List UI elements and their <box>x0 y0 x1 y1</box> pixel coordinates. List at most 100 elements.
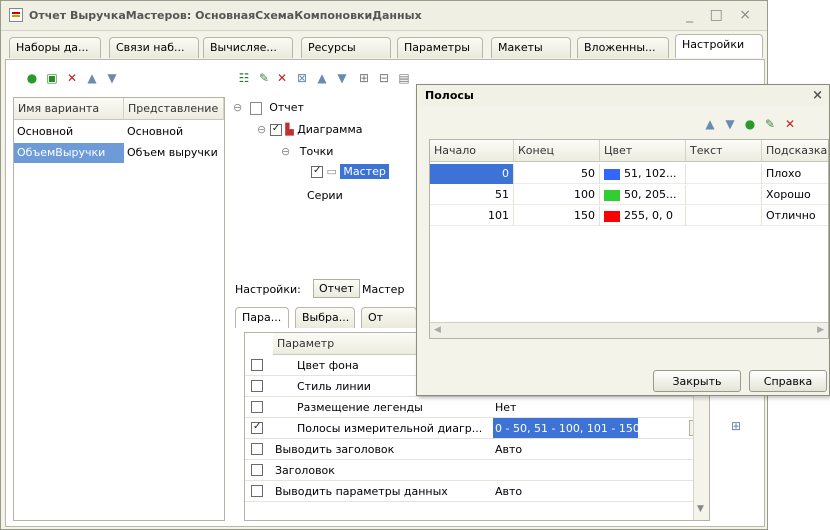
color-swatch <box>604 210 620 222</box>
move-up-icon-2[interactable]: ▲ <box>315 71 329 85</box>
scroll-right-icon[interactable]: ▶ <box>817 325 824 335</box>
master-checkbox[interactable] <box>311 165 323 178</box>
chart-checkbox[interactable] <box>269 123 282 136</box>
extra-settings-icon[interactable]: ⊞ <box>729 419 743 433</box>
table-row[interactable]: Заголовок <box>245 460 709 481</box>
band-hint[interactable]: Отлично <box>762 206 828 226</box>
collapse-icon[interactable]: ⊖ <box>257 123 266 136</box>
help-button[interactable]: Справка <box>749 370 827 392</box>
tab-dataset-links[interactable]: Связи наб... <box>109 37 199 58</box>
color-swatch <box>604 168 620 180</box>
band-color[interactable]: 50, 205... <box>600 185 686 205</box>
scroll-down-icon[interactable]: ▼ <box>697 504 704 514</box>
param-value[interactable]: 0 - 50, 51 - 100, 101 - 150 <box>493 418 638 438</box>
copy-icon[interactable]: ▣ <box>45 71 59 85</box>
horizontal-scrollbar[interactable]: ◀ ▶ <box>430 322 828 338</box>
tab-resources[interactable]: Ресурсы <box>301 37 391 58</box>
band-start[interactable]: 51 <box>430 185 514 205</box>
band-start[interactable]: 0 <box>430 164 514 184</box>
table-row[interactable]: Выводить заголовок Авто <box>245 439 709 460</box>
param-value[interactable]: Авто <box>493 481 693 501</box>
band-end[interactable]: 100 <box>514 185 600 205</box>
tab-nested[interactable]: Вложенны... <box>577 37 669 58</box>
band-color-value: 50, 205... <box>624 188 677 201</box>
structure-tree: ⊖ Отчет ⊖ ▙ Диаграмма ⊖ Точки ▭ Мастер С… <box>229 97 425 267</box>
subtab-params[interactable]: Пара... <box>235 307 289 328</box>
table-row[interactable]: Основной Основной <box>14 122 224 142</box>
param-checkbox[interactable] <box>251 380 263 392</box>
band-end[interactable]: 50 <box>514 164 600 184</box>
param-checkbox[interactable] <box>251 401 263 413</box>
chart-icon[interactable]: ▤ <box>397 71 411 85</box>
band-color[interactable]: 51, 102... <box>600 164 686 184</box>
band-end[interactable]: 150 <box>514 206 600 226</box>
param-checkbox[interactable] <box>251 443 263 455</box>
col-text[interactable]: Текст <box>686 140 762 162</box>
add-group-icon[interactable]: ☷ <box>237 71 251 85</box>
variants-header-repr[interactable]: Представление <box>124 98 224 120</box>
table-row[interactable]: 51 100 50, 205... Хорошо <box>430 185 828 205</box>
move-down-icon[interactable]: ▼ <box>723 117 737 131</box>
scroll-left-icon[interactable]: ◀ <box>434 325 441 335</box>
edit-icon[interactable]: ✎ <box>257 71 271 85</box>
edit-icon[interactable]: ✎ <box>763 117 777 131</box>
move-down-icon-2[interactable]: ▼ <box>335 71 349 85</box>
col-start[interactable]: Начало <box>430 140 514 162</box>
tree-label-chart: Диаграмма <box>297 123 363 136</box>
tree-node-report[interactable]: ⊖ Отчет <box>233 101 304 115</box>
move-up-icon[interactable]: ▲ <box>703 117 717 131</box>
param-value[interactable]: Авто <box>493 439 693 459</box>
move-up-icon[interactable]: ▲ <box>85 71 99 85</box>
filter-icon[interactable]: ⊠ <box>295 71 309 85</box>
table-row[interactable]: Выводить параметры данных Авто <box>245 481 709 502</box>
tab-settings[interactable]: Настройки <box>675 34 763 58</box>
move-down-icon[interactable]: ▼ <box>105 71 119 85</box>
settings-master-button[interactable]: Мастер <box>362 283 404 296</box>
table-row[interactable]: 0 50 51, 102... Плохо <box>430 164 828 184</box>
param-checkbox[interactable] <box>251 421 263 434</box>
close-button[interactable]: Закрыть <box>653 370 741 392</box>
param-checkbox[interactable] <box>251 485 263 497</box>
variants-header-name[interactable]: Имя варианта <box>14 98 124 120</box>
collapse-icon[interactable]: ⊖ <box>233 101 242 114</box>
band-hint[interactable]: Хорошо <box>762 185 828 205</box>
subtab-selection[interactable]: Выбра... <box>295 307 355 328</box>
collapse-icon[interactable]: ⊖ <box>281 145 290 158</box>
col-hint[interactable]: Подсказка <box>762 140 828 162</box>
col-color[interactable]: Цвет <box>600 140 686 162</box>
delete-icon-2[interactable]: ✕ <box>275 71 289 85</box>
window-controls[interactable]: _ □ × <box>686 7 757 23</box>
band-text[interactable] <box>686 206 762 226</box>
add-icon[interactable]: ● <box>25 71 39 85</box>
col-end[interactable]: Конец <box>514 140 600 162</box>
band-color[interactable]: 255, 0, 0 <box>600 206 686 226</box>
tab-parameters[interactable]: Параметры <box>397 37 483 58</box>
param-value[interactable] <box>493 460 693 480</box>
table-icon[interactable]: ⊟ <box>377 71 391 85</box>
table-row[interactable]: ОбъемВыручки Объем выручки <box>14 143 224 163</box>
param-checkbox[interactable] <box>251 464 263 476</box>
tree-node-points[interactable]: ⊖ Точки <box>281 145 333 158</box>
table-row[interactable]: Размещение легенды Нет <box>245 397 709 418</box>
band-hint[interactable]: Плохо <box>762 164 828 184</box>
band-start[interactable]: 101 <box>430 206 514 226</box>
param-value[interactable]: Нет <box>493 397 693 417</box>
band-text[interactable] <box>686 164 762 184</box>
settings-report-button[interactable]: Отчет <box>313 279 360 298</box>
add-icon[interactable]: ● <box>743 117 757 131</box>
report-structure-icon[interactable]: ⊞ <box>357 71 371 85</box>
param-checkbox[interactable] <box>251 359 263 371</box>
tab-datasets[interactable]: Наборы да... <box>9 37 101 58</box>
delete-icon[interactable]: ✕ <box>783 117 797 131</box>
subtab-filter[interactable]: От <box>361 307 417 328</box>
table-row[interactable]: 101 150 255, 0, 0 Отлично <box>430 206 828 226</box>
tree-node-series[interactable]: Серии <box>307 189 343 202</box>
tree-node-chart[interactable]: ⊖ ▙ Диаграмма <box>257 123 363 136</box>
delete-icon[interactable]: ✕ <box>65 71 79 85</box>
table-row[interactable]: Полосы измерительной диагр... 0 - 50, 51… <box>245 418 709 439</box>
band-text[interactable] <box>686 185 762 205</box>
tab-calculated-fields[interactable]: Вычисляе... <box>203 37 293 58</box>
dialog-close-icon[interactable]: × <box>812 88 823 103</box>
tree-node-master[interactable]: ▭ Мастер <box>311 164 389 179</box>
tab-templates[interactable]: Макеты <box>491 37 571 58</box>
